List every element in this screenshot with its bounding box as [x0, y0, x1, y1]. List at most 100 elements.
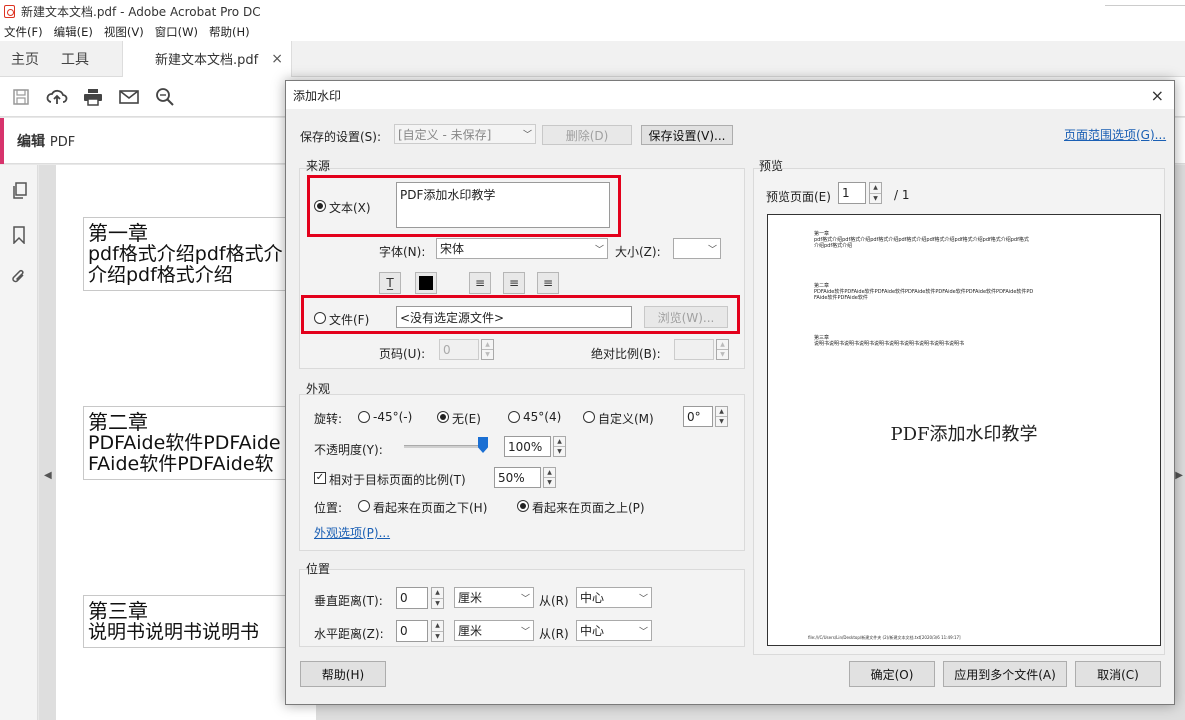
rotation-custom-radio[interactable]	[583, 411, 595, 423]
rotation-none-radio[interactable]	[437, 411, 449, 423]
scroll-right-icon[interactable]: ▶	[1175, 470, 1183, 481]
ok-button[interactable]: 确定(O)	[849, 661, 935, 687]
rotation-45-radio[interactable]	[508, 411, 520, 423]
tab-tools[interactable]: 工具	[50, 49, 100, 69]
chevron-down-icon: ﹀	[594, 245, 604, 255]
rotation-label: 旋转:	[314, 412, 343, 426]
page-number-input[interactable]: 0	[439, 339, 479, 360]
window-controls[interactable]	[1105, 0, 1185, 6]
delete-button[interactable]: 删除(D)	[542, 125, 632, 145]
upload-cloud-icon[interactable]	[46, 86, 68, 108]
text-color-icon[interactable]	[415, 272, 437, 294]
save-icon[interactable]	[10, 86, 32, 108]
scroll-left-icon[interactable]: ◀	[44, 470, 52, 481]
tab-home[interactable]: 主页	[0, 49, 50, 69]
apply-to-multiple-files-button[interactable]: 应用到多个文件(A)	[943, 661, 1067, 687]
vertical-from-select[interactable]: 中心 ﹀	[576, 587, 652, 608]
cancel-button[interactable]: 取消(C)	[1075, 661, 1161, 687]
search-zoom-icon[interactable]	[154, 86, 176, 108]
menu-edit[interactable]: 编辑(E)	[54, 24, 93, 40]
horizontal-distance-input[interactable]: 0	[396, 620, 428, 642]
text-radio[interactable]	[314, 200, 326, 212]
opacity-slider-track[interactable]	[404, 445, 484, 448]
saved-settings-select[interactable]: [自定义 - 未保存] ﹀	[394, 124, 536, 144]
align-left-icon[interactable]: ≡	[469, 272, 491, 294]
horizontal-distance-stepper[interactable]: ▲ ▼	[431, 620, 444, 642]
file-radio[interactable]	[314, 312, 326, 324]
up-arrow-icon[interactable]: ▲	[432, 588, 443, 599]
up-arrow-icon[interactable]: ▲	[544, 468, 555, 478]
dialog-close-icon[interactable]: ×	[1151, 86, 1164, 105]
appearance-options-link[interactable]: 外观选项(P)...	[314, 524, 390, 541]
vertical-distance-stepper[interactable]: ▲ ▼	[431, 587, 444, 609]
relative-scale-checkbox[interactable]: ✓	[314, 472, 326, 484]
horizontal-distance-label: 水平距离(Z):	[314, 627, 384, 641]
front-page-radio[interactable]	[517, 500, 529, 512]
rotation-neg45-radio[interactable]	[358, 411, 370, 423]
print-icon[interactable]	[82, 86, 104, 108]
vertical-unit-select[interactable]: 厘米 ﹀	[454, 587, 534, 608]
watermark-text-input[interactable]: PDF添加水印教学	[396, 182, 610, 228]
pages-icon[interactable]	[9, 181, 29, 201]
absolute-scale-input[interactable]	[674, 339, 714, 360]
preview-block-2: 第二章 PDFAide软件PDFAide软件PDFAide软件PDFAide软件…	[814, 283, 1033, 301]
down-arrow-icon[interactable]: ▼	[870, 194, 881, 204]
up-arrow-icon[interactable]: ▲	[482, 340, 493, 350]
up-arrow-icon[interactable]: ▲	[870, 183, 881, 194]
up-arrow-icon[interactable]: ▲	[432, 621, 443, 632]
preview-page-input[interactable]: 1	[838, 182, 866, 204]
email-icon[interactable]	[118, 86, 140, 108]
page-range-options-link[interactable]: 页面范围选项(G)...	[1064, 126, 1166, 143]
behind-page-radio[interactable]	[358, 500, 370, 512]
up-arrow-icon[interactable]: ▲	[717, 340, 728, 350]
horizontal-unit-select[interactable]: 厘米 ﹀	[454, 620, 534, 641]
down-arrow-icon[interactable]: ▼	[717, 350, 728, 359]
attachment-icon[interactable]	[9, 267, 29, 287]
tab-close-icon[interactable]: ×	[271, 51, 283, 67]
text-format-icon[interactable]: T̲	[379, 272, 401, 294]
tab-document[interactable]: 新建文本文档.pdf ×	[122, 40, 292, 77]
down-arrow-icon[interactable]: ▼	[716, 417, 727, 426]
help-button[interactable]: 帮助(H)	[300, 661, 386, 687]
absolute-scale-stepper[interactable]: ▲ ▼	[716, 339, 729, 360]
rotation-neg45-label: -45°(-)	[373, 410, 413, 424]
rotation-custom-input[interactable]: 0°	[683, 406, 713, 427]
down-arrow-icon[interactable]: ▼	[482, 350, 493, 359]
menu-view[interactable]: 视图(V)	[104, 24, 144, 40]
relative-scale-input[interactable]: 50%	[494, 467, 541, 488]
down-arrow-icon[interactable]: ▼	[554, 447, 565, 456]
chevron-down-icon: ﹀	[638, 627, 648, 637]
align-right-icon[interactable]: ≡	[537, 272, 559, 294]
add-watermark-dialog: 添加水印 × 保存的设置(S): [自定义 - 未保存] ﹀ 删除(D) 保存设…	[285, 80, 1175, 705]
bookmark-icon[interactable]	[9, 225, 29, 245]
pdf-page: 第一章 pdf格式介绍pdf格式介 介绍pdf格式介绍 第二章 PDFAide软…	[56, 165, 323, 720]
horizontal-from-select[interactable]: 中心 ﹀	[576, 620, 652, 641]
up-arrow-icon[interactable]: ▲	[554, 437, 565, 447]
menu-help[interactable]: 帮助(H)	[209, 24, 250, 40]
preview-page-stepper[interactable]: ▲ ▼	[869, 182, 882, 204]
opacity-input[interactable]: 100%	[504, 436, 551, 457]
relative-scale-stepper[interactable]: ▲ ▼	[543, 467, 556, 488]
down-arrow-icon[interactable]: ▼	[432, 599, 443, 609]
opacity-stepper[interactable]: ▲ ▼	[553, 436, 566, 457]
opacity-value: 100%	[508, 439, 543, 454]
font-label: 字体(N):	[379, 245, 426, 259]
page-number-stepper[interactable]: ▲ ▼	[481, 339, 494, 360]
browse-button[interactable]: 浏览(W)...	[644, 306, 728, 328]
down-arrow-icon[interactable]: ▼	[544, 478, 555, 487]
vertical-distance-input[interactable]: 0	[396, 587, 428, 609]
preview-page: 第一章 pdf格式介绍pdf格式介绍pdf格式介绍pdf格式介绍pdf格式介绍p…	[767, 214, 1161, 646]
rotation-stepper[interactable]: ▲ ▼	[715, 406, 728, 427]
menu-window[interactable]: 窗口(W)	[155, 24, 198, 40]
edit-pdf-label-main: 编辑	[17, 133, 45, 150]
menu-file[interactable]: 文件(F)	[4, 24, 43, 40]
source-file-field[interactable]: <没有选定源文件>	[396, 306, 632, 328]
size-select[interactable]: ﹀	[673, 238, 721, 259]
font-select[interactable]: 宋体 ﹀	[436, 238, 608, 259]
align-center-icon[interactable]: ≡	[503, 272, 525, 294]
up-arrow-icon[interactable]: ▲	[716, 407, 727, 417]
chevron-down-icon: ﹀	[522, 130, 532, 141]
down-arrow-icon[interactable]: ▼	[432, 632, 443, 642]
dialog-title-bar: 添加水印 ×	[286, 81, 1174, 109]
save-settings-button[interactable]: 保存设置(V)...	[641, 125, 733, 145]
